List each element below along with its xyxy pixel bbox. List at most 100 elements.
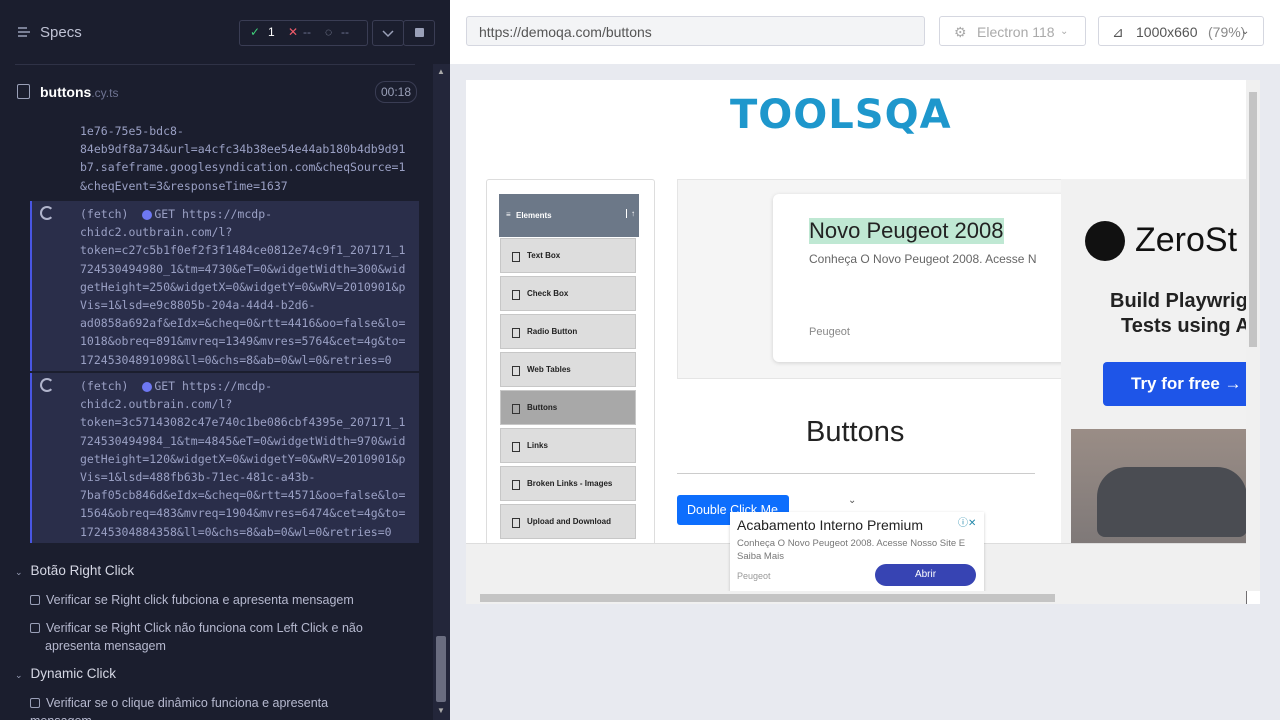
log-line: ad0858a692af&eIdx=&cheq=0&rtt=4416&oo=fa… [80,316,406,331]
log-line: 1e76-75e5-bdc8- [80,124,184,138]
browser-selector[interactable]: ⚙ Electron 118 ⌄ [939,16,1086,46]
chevron-down-icon: ⌄ [15,670,23,680]
side-ad[interactable]: ZeroSt Build Playwrig Tests using A Try … [1061,179,1260,604]
menu-label: Web Tables [527,365,571,374]
test-status-icon [30,697,40,708]
log-line: Vis=1&lsd=e9c8805b-204a-44d4-b2d6- [80,298,316,313]
log-line: chidc2.outbrain.com/l? [80,225,233,240]
divider [15,64,415,65]
log-line: getHeight=120&widgetX=0&widgetY=0&wRV=20… [80,451,406,466]
test-title: Verificar se Right click fubciona e apre… [46,593,354,607]
log-line: b7.safeframe.googlesyndication.com&cheqS… [80,160,406,175]
menu-item-radio-button[interactable]: Radio Button [500,314,636,349]
test-item[interactable]: Verificar se o clique dinâmico funciona … [30,694,370,720]
passed-icon: ✓ [250,25,261,39]
arrow-up-icon: ↑ [626,209,635,218]
suite-title: Botão Right Click [30,563,135,578]
ad-popup-brand: Peugeot [737,571,771,581]
chevron-down-icon: ⌄ [1060,26,1069,37]
frame-horizontal-scrollbar-thumb[interactable] [480,594,1055,602]
preview-toolbar: https://demoqa.com/buttons ⚙ Electron 118… [450,0,1280,64]
html5-icon [512,328,520,338]
fetch-method: GET [154,379,176,393]
ad-popup-button[interactable]: Abrir [875,564,976,586]
log-line: token=3c57143082c47e740c1be086cbf4395e_2… [80,415,406,430]
menu-label: Links [527,441,548,450]
log-line: 1564&obreq=483&mvreq=1904&mvres=6474&cet… [80,506,406,521]
stop-button[interactable] [403,20,435,46]
fetch-method: GET [154,207,176,221]
ad-card[interactable]: Novo Peugeot 2008 Conheça O Novo Peugeot… [773,194,1073,362]
browser-icon: ⚙ [954,24,967,40]
log-line: Vis=1&lsd=488fb63b-71ec-481c-a43b- [80,470,316,485]
failed-count: -- [303,25,311,39]
page-heading: Buttons [806,416,905,448]
spec-file-ext: .cy.ts [91,86,119,100]
menu-item-buttons[interactable]: Buttons [500,390,636,425]
elements-label: Elements [516,211,552,220]
test-status-icon [30,594,40,605]
file-icon [17,84,30,99]
logo-text: TOOLSQA [730,92,952,138]
html5-icon [512,404,520,414]
failed-icon: ✕ [288,25,299,39]
log-prev: 1e76-75e5-bdc8- 84eb9df8a734&url=a4cfc34b… [80,122,450,195]
log-line: https://mcdp- [182,207,273,221]
log-line: 17245304884358&ll=0&chs=8&ab=0&wl=0&retr… [80,524,392,539]
toolsqa-logo[interactable]: TOOLSQA [730,92,952,138]
test-stats: ✓ 1 ✕ -- ◌ -- [239,20,368,46]
viewport-info[interactable]: ⊿ 1000x660 (79%) ⌄ [1098,16,1264,46]
frame-vertical-scrollbar-thumb[interactable] [1249,92,1257,347]
frame-horizontal-scrollbar[interactable] [466,591,1246,604]
ad-subtitle: Conheça O Novo Peugeot 2008. Acesse N [809,252,1037,266]
elements-group-header[interactable]: ≡ Elements ↑ [499,194,639,237]
menu-item-check-box[interactable]: Check Box [500,276,636,311]
menu-item-links[interactable]: Links [500,428,636,463]
adchoices-icon[interactable]: ⓘ✕ [958,514,976,529]
reporter-header: Specs ✓ 1 ✕ -- ◌ -- [0,0,435,64]
test-item[interactable]: Verificar se Right click fubciona e apre… [30,591,370,609]
chevron-down-icon [382,30,394,38]
pending-dot-icon [142,209,153,220]
ad-popup[interactable]: Acabamento Interno Premium ⓘ✕ Conheça O … [730,512,984,592]
ad-popup-text: Conheça O Novo Peugeot 2008. Acesse Noss… [737,538,966,562]
log-line: 1018&obreq=891&mvreq=1349&mvres=5764&cet… [80,334,406,349]
expand-collapse-button[interactable] [372,20,404,46]
log-line: https://mcdp- [182,379,273,393]
test-item[interactable]: Verificar se Right Click não funciona co… [30,619,385,655]
log-line: getHeight=250&widgetX=0&widgetY=0&wRV=20… [80,279,406,294]
menu-item-text-box[interactable]: Text Box [500,238,636,273]
menu-item-broken-links[interactable]: Broken Links - Images [500,466,636,501]
menu-label: Check Box [527,289,569,298]
specs-title[interactable]: Specs [40,24,82,41]
scroll-down-icon[interactable]: ▼ [437,706,445,715]
log-line: 7baf05cb846d&eIdx=&cheq=0&rtt=4571&oo=fa… [80,488,406,503]
menu-item-web-tables[interactable]: Web Tables [500,352,636,387]
zerostep-logo-icon [1085,221,1125,261]
passed-count: 1 [268,25,275,39]
reporter-scrollbar[interactable] [433,64,450,720]
duration-badge: 00:18 [375,81,417,103]
menu-label: Buttons [527,403,558,412]
menu-item-upload-download[interactable]: Upload and Download [500,504,636,539]
scroll-up-icon[interactable]: ▲ [437,67,445,76]
html5-icon [512,518,520,528]
pending-count: -- [341,25,349,39]
spec-file-name[interactable]: buttons.cy.ts [40,84,118,100]
test-title: Verificar se o clique dinâmico funciona … [30,696,329,720]
side-ad-line1: Build Playwrig [1110,290,1248,312]
url-bar[interactable]: https://demoqa.com/buttons [466,16,925,46]
suite-dynamic-click[interactable]: ⌄ Dynamic Click [15,666,116,681]
cypress-reporter: Specs ✓ 1 ✕ -- ◌ -- buttons.cy.ts 00:18 … [0,0,450,720]
frame-vertical-scrollbar[interactable] [1246,80,1260,591]
html5-icon [512,252,520,262]
log-line: chidc2.outbrain.com/l? [80,397,233,412]
fetch-label: (fetch) [80,207,129,221]
specs-list-icon [18,27,30,37]
log-line: 724530494980_1&tm=4730&eT=0&widgetWidth=… [80,261,406,276]
chevron-down-icon: ⌄ [15,567,23,577]
log-line: token=c27c5b1f0ef2f3f1484ce0812e74c9f1_2… [80,243,406,258]
suite-right-click[interactable]: ⌄ Botão Right Click [15,563,134,578]
side-ad-cta[interactable]: Try for free → [1103,362,1260,406]
reporter-scrollbar-thumb[interactable] [436,636,446,702]
